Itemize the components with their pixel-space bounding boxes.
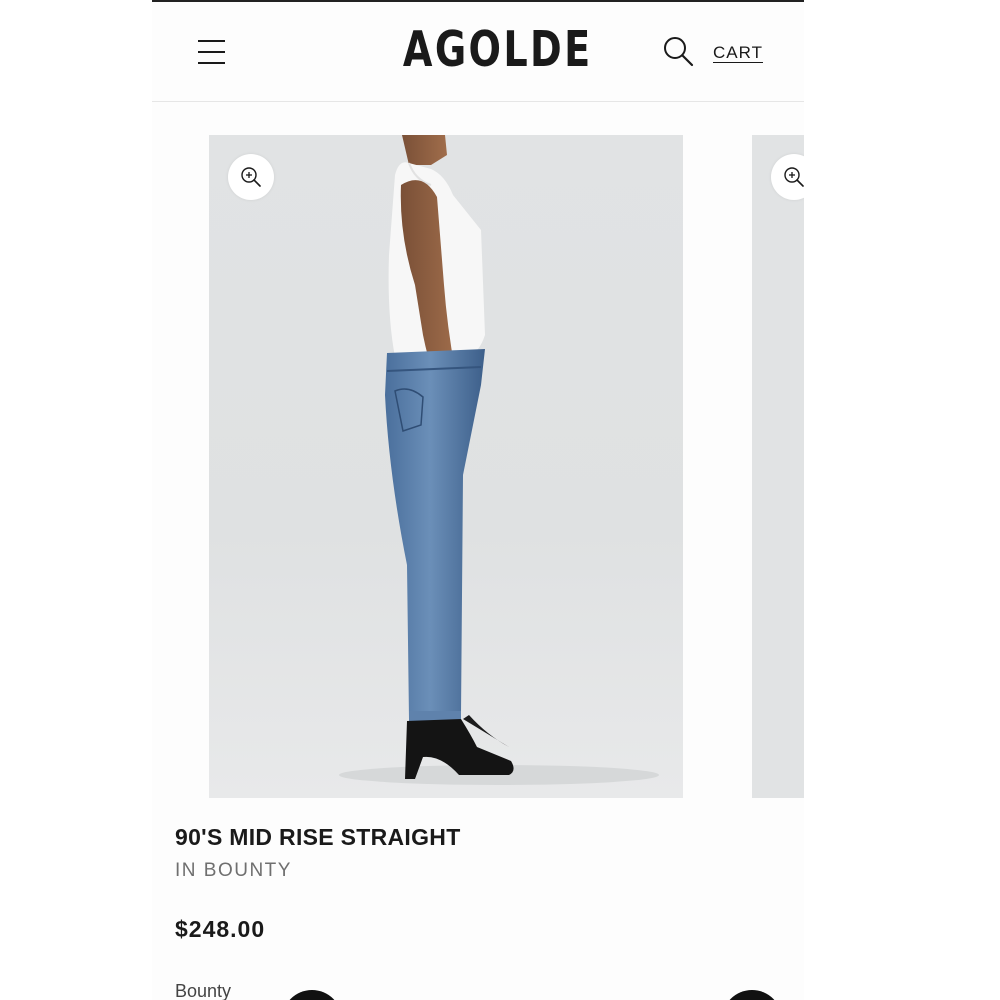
cart-link[interactable]: CART [713, 43, 763, 63]
product-title: 90'S MID RISE STRAIGHT [175, 824, 461, 850]
zoom-in-icon[interactable] [228, 154, 274, 200]
zoom-in-icon[interactable] [771, 154, 804, 200]
product-image[interactable] [209, 135, 683, 798]
product-color-subtitle: IN BOUNTY [175, 860, 292, 881]
selected-color-label: Bounty [175, 981, 232, 1000]
site-header: AGOLDE CART [152, 2, 804, 102]
search-icon[interactable] [662, 35, 696, 69]
next-arrow-button[interactable] [722, 990, 782, 1000]
next-product-image[interactable] [752, 135, 804, 798]
mobile-page: AGOLDE CART 90'S MID RISE STRAIGHT IN BO… [152, 0, 804, 1000]
previous-arrow-button[interactable] [282, 990, 342, 1000]
product-price: $248.00 [175, 916, 266, 942]
brand-logo[interactable]: AGOLDE [403, 20, 590, 80]
product-photo-illustration [339, 135, 659, 785]
menu-icon[interactable] [196, 38, 228, 66]
